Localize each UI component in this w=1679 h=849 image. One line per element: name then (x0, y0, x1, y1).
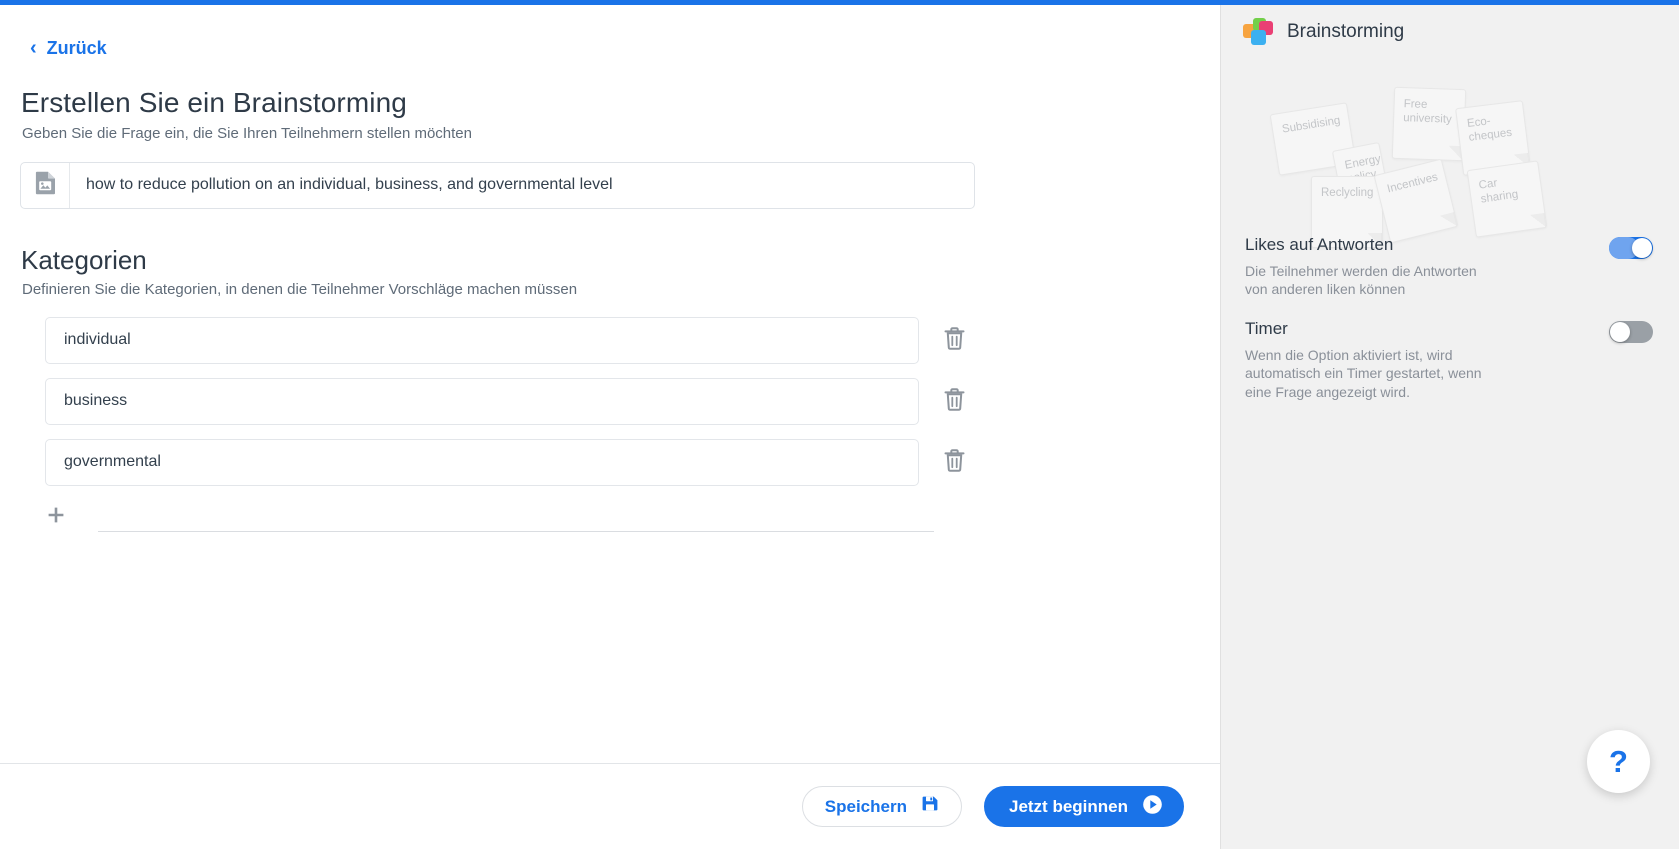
setting-name: Timer (1245, 319, 1288, 339)
action-footer: Speichern Jetzt beginnen (0, 763, 1220, 849)
back-button[interactable]: ‹ Zurück (30, 38, 107, 59)
sticky-notes-illustration: Subsidising Energy policy Free universit… (1221, 50, 1679, 235)
top-progress-bar (0, 0, 1679, 5)
category-input[interactable] (45, 317, 919, 364)
timer-toggle[interactable] (1609, 321, 1653, 343)
categories-title: Kategorien (21, 245, 1220, 276)
start-now-button-label: Jetzt beginnen (1009, 797, 1128, 817)
setting-header: Likes auf Antworten (1245, 235, 1653, 259)
setting-header: Timer (1245, 319, 1653, 343)
sticky-note-label: Reclycling (1321, 187, 1373, 199)
category-row (45, 378, 1220, 425)
brainstorming-squares-logo (1243, 18, 1273, 46)
sticky-note-label: Free university (1403, 98, 1452, 126)
sidebar-header: Brainstorming (1221, 0, 1679, 46)
new-category-input[interactable] (98, 501, 934, 532)
sidebar-app-title: Brainstorming (1287, 21, 1404, 43)
categories-subtitle: Definieren Sie die Kategorien, in denen … (22, 281, 1220, 298)
sticky-note-label: Car sharing (1478, 177, 1519, 205)
main-panel: ‹ Zurück Erstellen Sie ein Brainstorming… (0, 0, 1220, 849)
sticky-note-label: Eco-cheques (1466, 115, 1512, 144)
likes-toggle[interactable] (1609, 237, 1653, 259)
page-subtitle: Geben Sie die Frage ein, die Sie Ihren T… (22, 125, 1220, 142)
save-button[interactable]: Speichern (802, 786, 962, 827)
delete-category-button[interactable] (941, 448, 967, 476)
category-row (45, 439, 1220, 486)
add-category-row (45, 501, 1220, 532)
chevron-left-icon: ‹ (30, 38, 37, 58)
setting-name: Likes auf Antworten (1245, 235, 1393, 255)
delete-category-button[interactable] (941, 326, 967, 354)
page-title: Erstellen Sie ein Brainstorming (21, 87, 1220, 119)
sticky-note-label: Incentives (1386, 171, 1439, 195)
trash-icon (944, 388, 965, 414)
start-now-button[interactable]: Jetzt beginnen (984, 786, 1184, 827)
category-input[interactable] (45, 439, 919, 486)
main-scroll-area: ‹ Zurück Erstellen Sie ein Brainstorming… (0, 0, 1220, 763)
categories-list (0, 317, 1220, 532)
help-button[interactable]: ? (1587, 730, 1650, 793)
note-fold (1530, 213, 1546, 229)
delete-category-button[interactable] (941, 387, 967, 415)
setting-description: Die Teilnehmer werden die Antworten von … (1245, 262, 1493, 299)
play-circle-icon (1142, 794, 1163, 820)
image-file-icon (35, 171, 56, 200)
setting-timer: Timer Wenn die Option aktiviert ist, wir… (1221, 319, 1679, 401)
app-root: ‹ Zurück Erstellen Sie ein Brainstorming… (0, 0, 1679, 849)
question-field-wrapper (20, 162, 975, 209)
back-button-label: Zurück (47, 38, 107, 59)
insert-image-button[interactable] (21, 163, 70, 208)
category-input[interactable] (45, 378, 919, 425)
category-row (45, 317, 1220, 364)
right-sidebar: Brainstorming Subsidising Energy policy … (1220, 0, 1679, 849)
save-floppy-icon (921, 795, 939, 818)
trash-icon (944, 327, 965, 353)
sticky-note-label: Subsidising (1281, 115, 1341, 136)
toggle-knob (1632, 238, 1652, 258)
toggle-knob (1610, 322, 1630, 342)
sticky-note: Car sharing (1467, 160, 1548, 237)
setting-description: Wenn die Option aktiviert ist, wird auto… (1245, 346, 1495, 401)
logo-square-blue (1251, 30, 1266, 45)
setting-likes-on-answers: Likes auf Antworten Die Teilnehmer werde… (1221, 235, 1679, 299)
plus-icon[interactable] (45, 504, 67, 526)
sticky-note: Free university (1392, 87, 1466, 161)
note-fold (1440, 212, 1457, 229)
save-button-label: Speichern (825, 797, 907, 817)
sticky-note: Incentives (1374, 159, 1459, 244)
trash-icon (944, 449, 965, 475)
question-input[interactable] (70, 163, 974, 208)
